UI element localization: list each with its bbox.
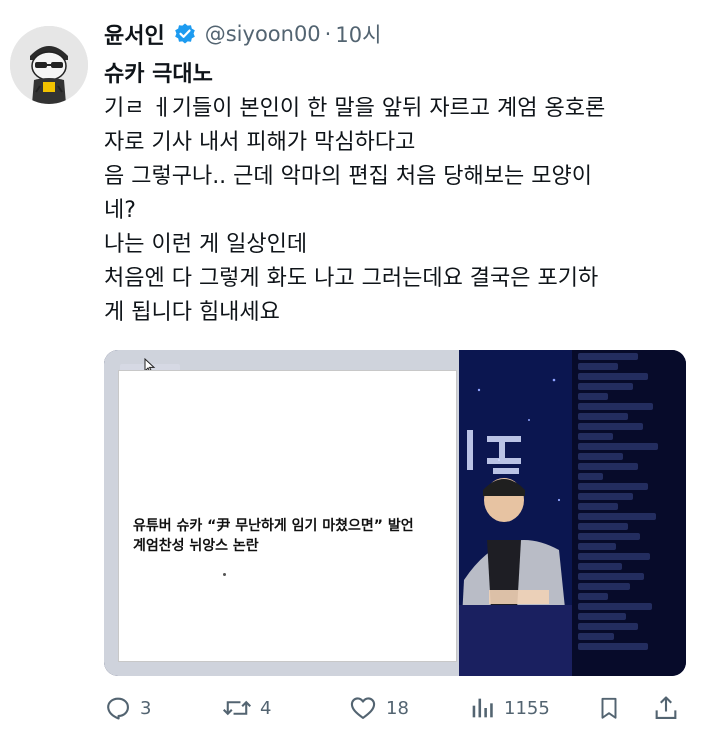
share-button[interactable]	[652, 690, 680, 726]
media-stage: 유튜버 슈카 “尹 무난하게 임기 마쳤으면” 발언 계엄찬성 뉘앙스 논란	[104, 350, 459, 676]
reply-button[interactable]: 3	[104, 690, 151, 726]
separator-dot: ·	[324, 22, 332, 46]
like-icon	[350, 697, 376, 719]
tweet-title-line: 슈카 극대노	[104, 62, 213, 87]
tweet-body-line: 네?	[104, 198, 136, 223]
bookmark-icon	[601, 697, 617, 719]
tweet-action-bar: 3 4 18 1155	[104, 690, 689, 726]
card-dot	[223, 573, 226, 576]
tweet-media-image[interactable]: 유튜버 슈카 “尹 무난하게 임기 마쳤으면” 발언 계엄찬성 뉘앙스 논란	[104, 350, 686, 676]
share-icon	[655, 696, 677, 719]
news-card: 유튜버 슈카 “尹 무난하게 임기 마쳤으면” 발언 계엄찬성 뉘앙스 논란	[118, 370, 457, 662]
tweet-body-line: 게 됩니다 힘내세요	[104, 300, 280, 325]
author-name[interactable]: 윤서인	[104, 18, 165, 50]
avatar-character-icon	[10, 26, 88, 104]
bookmark-button[interactable]	[596, 690, 622, 726]
reply-icon	[107, 697, 129, 720]
tweet-body-line: 자로 기사 내서 피해가 막심하다고	[104, 130, 416, 155]
verified-badge-icon	[173, 22, 197, 46]
news-caption: 유튜버 슈카 “尹 무난하게 임기 마쳤으면” 발언 계엄찬성 뉘앙스 논란	[133, 518, 414, 554]
tweet-body-line: 나는 이런 게 일상인데	[104, 232, 308, 257]
host-video-illustration	[459, 350, 572, 676]
views-button[interactable]: 1155	[468, 690, 550, 726]
reply-count: 3	[140, 697, 152, 719]
avatar[interactable]	[10, 26, 88, 104]
tweet-body-line: 기ㄹ ㅔ기들이 본인이 한 말을 앞뒤 자르고 계엄 옹호론	[104, 96, 606, 121]
views-icon	[472, 698, 493, 718]
broadcast-video-panel	[459, 350, 572, 676]
tweet-body-line: 음 그렇구나.. 근데 악마의 편집 처음 당해보는 모양이	[104, 164, 592, 189]
like-button[interactable]: 18	[348, 690, 409, 726]
views-count: 1155	[504, 697, 550, 719]
like-count: 18	[386, 697, 409, 719]
live-chat-panel	[572, 350, 686, 676]
tweet-header: 윤서인 @siyoon00 · 10시	[104, 14, 381, 54]
retweet-count: 4	[260, 697, 272, 719]
tweet-time[interactable]: 10시	[335, 19, 381, 49]
tweet-text: 슈카 극대노 기ㄹ ㅔ기들이 본인이 한 말을 앞뒤 자르고 계엄 옹호론 자로…	[104, 58, 694, 330]
author-handle[interactable]: @siyoon00	[205, 22, 321, 46]
tweet-body-line: 처음엔 다 그렇게 화도 나고 그러는데요 결국은 포기하	[104, 266, 599, 291]
retweet-button[interactable]: 4	[222, 690, 271, 726]
retweet-icon	[222, 700, 252, 716]
